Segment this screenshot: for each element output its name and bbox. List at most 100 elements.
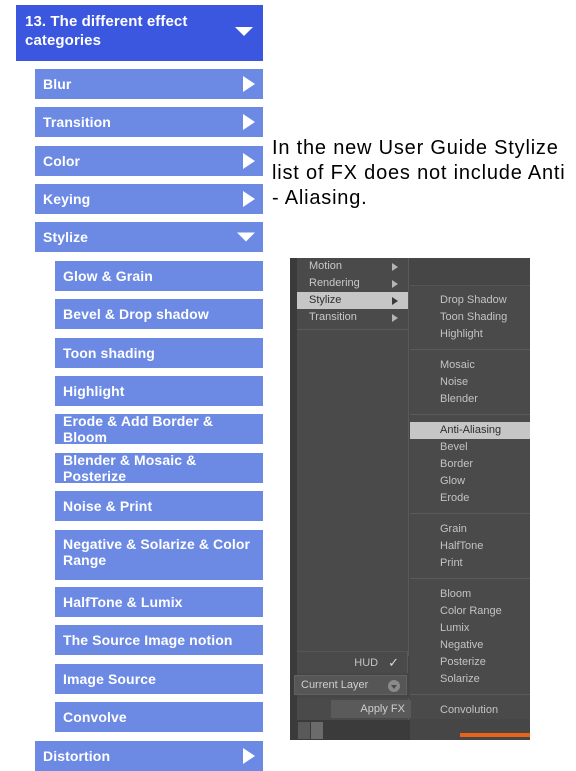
sidebar-subitem-label: The Source Image notion bbox=[63, 632, 233, 648]
sidebar-item-distortion[interactable]: Distortion bbox=[35, 741, 263, 771]
chevron-right-icon[interactable] bbox=[243, 748, 255, 764]
panel-body bbox=[297, 326, 409, 656]
submenu-item-blender[interactable]: Blender bbox=[410, 391, 530, 408]
list-item[interactable]: Glow & Grain bbox=[55, 261, 263, 291]
fx-category-menu: Motion Rendering Stylize Transition bbox=[297, 258, 409, 330]
submenu-item-mosaic[interactable]: Mosaic bbox=[410, 357, 530, 374]
accent-strip bbox=[460, 733, 530, 737]
hud-label: HUD bbox=[354, 656, 379, 669]
panel-left-gutter bbox=[290, 258, 297, 740]
list-item[interactable]: Bevel & Drop shadow bbox=[55, 299, 263, 329]
sidebar-item-blur[interactable]: Blur bbox=[35, 69, 263, 99]
menu-item-rendering[interactable]: Rendering bbox=[297, 275, 408, 292]
arrow-right-icon bbox=[392, 297, 398, 305]
submenu-item-negative[interactable]: Negative bbox=[410, 637, 530, 654]
annotation-note: In the new User Guide Stylize list of FX… bbox=[272, 137, 566, 209]
sidebar-item-label: Transition bbox=[43, 114, 111, 130]
submenu-item-label: Highlight bbox=[440, 328, 483, 340]
sidebar-item-transition[interactable]: Transition bbox=[35, 107, 263, 137]
menu-separator bbox=[410, 349, 530, 350]
submenu-item-bevel[interactable]: Bevel bbox=[410, 439, 530, 456]
submenu-item-glow[interactable]: Glow bbox=[410, 473, 530, 490]
submenu-item-solarize[interactable]: Solarize bbox=[410, 671, 530, 688]
submenu-item-label: Border bbox=[440, 458, 474, 470]
combo-dropdown-icon[interactable] bbox=[388, 680, 400, 692]
list-item[interactable]: Convolve bbox=[55, 702, 263, 732]
submenu-item-label: Print bbox=[440, 557, 463, 569]
list-item[interactable]: Highlight bbox=[55, 376, 263, 406]
submenu-item-grain[interactable]: Grain bbox=[410, 521, 530, 538]
submenu-item-label: Color Range bbox=[440, 605, 502, 617]
submenu-item-halftone[interactable]: HalfTone bbox=[410, 538, 530, 555]
submenu-item-bloom[interactable]: Bloom bbox=[410, 586, 530, 603]
submenu-item-highlight[interactable]: Highlight bbox=[410, 326, 530, 343]
list-item[interactable]: HalfTone & Lumix bbox=[55, 587, 263, 617]
submenu-item-label: Blender bbox=[440, 393, 478, 405]
submenu-item-posterize[interactable]: Posterize bbox=[410, 654, 530, 671]
sidebar-subitem-label: Erode & Add Border & Bloom bbox=[63, 413, 214, 445]
submenu-item-border[interactable]: Border bbox=[410, 456, 530, 473]
sidebar-item-keying[interactable]: Keying bbox=[35, 184, 263, 214]
bottom-toolbar bbox=[290, 720, 410, 740]
checkmark-icon[interactable]: ✓ bbox=[388, 655, 399, 671]
submenu-item-convolution[interactable]: Convolution bbox=[410, 702, 530, 719]
submenu-item-label: HalfTone bbox=[440, 540, 484, 552]
submenu-item-label: Glow bbox=[440, 475, 466, 487]
list-item[interactable]: The Source Image notion bbox=[55, 625, 263, 655]
submenu-item-erode[interactable]: Erode bbox=[410, 490, 530, 507]
menu-item-motion[interactable]: Motion bbox=[297, 258, 408, 275]
fx-application-screenshot: Motion Rendering Stylize Transition Drop… bbox=[290, 258, 530, 740]
chevron-right-icon[interactable] bbox=[243, 76, 255, 92]
hud-toggle-row[interactable]: HUD ✓ bbox=[297, 651, 408, 673]
chevron-right-icon[interactable] bbox=[243, 114, 255, 130]
submenu-item-label: Drop Shadow bbox=[440, 294, 507, 306]
submenu-item-anti-aliasing[interactable]: Anti-Aliasing bbox=[410, 422, 530, 439]
sidebar-item-stylize[interactable]: Stylize bbox=[35, 222, 263, 252]
outline-heading-label: 13. The different effect categories bbox=[25, 13, 188, 49]
submenu-item-label: Mosaic bbox=[440, 359, 475, 371]
sidebar-subitem-label: Blender & Mosaic & Posterize bbox=[63, 452, 197, 484]
sidebar-item-color[interactable]: Color bbox=[35, 146, 263, 176]
current-layer-dropdown[interactable]: Current Layer bbox=[294, 675, 407, 695]
menu-separator bbox=[410, 694, 530, 695]
submenu-item-drop-shadow[interactable]: Drop Shadow bbox=[410, 292, 530, 309]
sidebar-subitem-label: Toon shading bbox=[63, 345, 155, 361]
menu-separator bbox=[410, 513, 530, 514]
submenu-item-label: Posterize bbox=[440, 656, 486, 668]
submenu-item-label: Solarize bbox=[440, 673, 480, 685]
submenu-item-toon-shading[interactable]: Toon Shading bbox=[410, 309, 530, 326]
chevron-right-icon[interactable] bbox=[243, 191, 255, 207]
sidebar-item-label: Keying bbox=[43, 191, 91, 207]
sidebar-subitem-label: Image Source bbox=[63, 671, 157, 687]
list-item[interactable]: Noise & Print bbox=[55, 491, 263, 521]
chevron-down-icon[interactable] bbox=[235, 27, 253, 36]
menu-item-label: Transition bbox=[309, 311, 357, 323]
sidebar-item-label: Stylize bbox=[43, 229, 89, 245]
arrow-right-icon bbox=[392, 263, 398, 271]
submenu-item-label: Bloom bbox=[440, 588, 472, 600]
menu-item-transition[interactable]: Transition bbox=[297, 309, 408, 326]
submenu-item-print[interactable]: Print bbox=[410, 555, 530, 572]
sidebar-subitem-label: Negative & Solarize & Color Range bbox=[63, 536, 251, 568]
chevron-right-icon[interactable] bbox=[243, 153, 255, 169]
sidebar-subitem-label: Noise & Print bbox=[63, 498, 153, 514]
toolbar-button-b[interactable] bbox=[311, 722, 323, 739]
submenu-item-lumix[interactable]: Lumix bbox=[410, 620, 530, 637]
list-item[interactable]: Erode & Add Border & Bloom bbox=[55, 413, 263, 445]
sidebar-subitem-label: Glow & Grain bbox=[63, 268, 153, 284]
list-item[interactable]: Blender & Mosaic & Posterize bbox=[55, 452, 263, 484]
chevron-down-icon[interactable] bbox=[237, 232, 255, 242]
sidebar-item-label: Blur bbox=[43, 76, 72, 92]
submenu-item-label: Lumix bbox=[440, 622, 470, 634]
submenu-item-noise[interactable]: Noise bbox=[410, 374, 530, 391]
menu-item-stylize[interactable]: Stylize bbox=[297, 292, 408, 309]
outline-heading[interactable]: 13. The different effect categories bbox=[16, 5, 263, 61]
list-item[interactable]: Toon shading bbox=[55, 338, 263, 368]
apply-fx-button[interactable]: Apply FX bbox=[331, 700, 411, 718]
apply-fx-row: Apply FX bbox=[297, 698, 411, 720]
list-item[interactable]: Image Source bbox=[55, 664, 263, 694]
list-item[interactable]: Negative & Solarize & Color Range bbox=[55, 530, 263, 580]
toolbar-button-a[interactable] bbox=[298, 722, 310, 739]
submenu-item-color-range[interactable]: Color Range bbox=[410, 603, 530, 620]
submenu-item-label: Anti-Aliasing bbox=[440, 424, 502, 436]
